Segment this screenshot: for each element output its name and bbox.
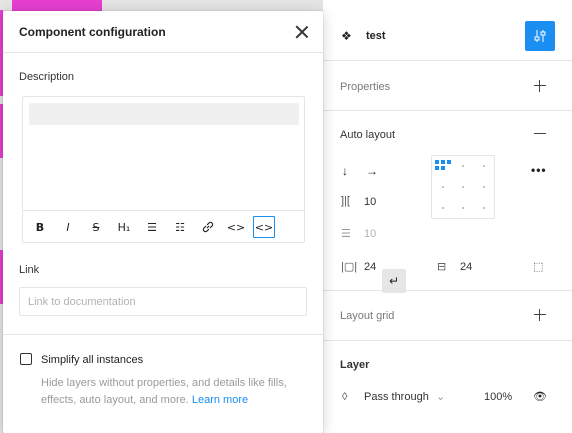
spacing-counter-icon: ☰ (341, 228, 351, 240)
inline-code-icon[interactable]: <> (225, 216, 247, 238)
simplify-help-text: Hide layers without properties, and deta… (41, 377, 287, 406)
direction-horizontal-icon[interactable]: → (366, 164, 378, 178)
formatting-toolbar: B I S H₁ ☰ ☷ <> <> (23, 210, 304, 242)
add-layout-grid-plus-icon[interactable] (533, 308, 547, 322)
wrap-icon: ↵ (388, 274, 400, 288)
close-icon[interactable] (295, 25, 309, 39)
modal-header-divider (3, 52, 323, 53)
layout-grid-title: Layout grid (340, 310, 395, 322)
properties-section: Properties (323, 60, 572, 110)
modal-title: Component configuration (19, 25, 166, 39)
blend-mode-select[interactable]: Pass through (364, 391, 429, 403)
padding-horizontal-value[interactable]: 24 (364, 261, 376, 273)
padding-vertical-value[interactable]: 24 (460, 261, 472, 273)
properties-panel: ❖ test Properties Auto layout ↓ → ↵ ••• … (322, 0, 572, 433)
strikethrough-icon[interactable]: S (85, 216, 107, 238)
spacing-between-value[interactable]: 10 (364, 196, 376, 208)
layer-title: Layer (340, 359, 370, 371)
alignment-dot (442, 207, 444, 209)
more-options-icon[interactable]: ••• (531, 163, 547, 177)
italic-icon[interactable]: I (57, 216, 79, 238)
properties-title: Properties (340, 81, 391, 93)
alignment-top-left-bar (435, 166, 439, 170)
code-block-icon[interactable]: <> (253, 216, 275, 238)
alignment-dot (462, 165, 464, 167)
description-editor[interactable]: B I S H₁ ☰ ☷ <> <> (22, 96, 305, 243)
visibility-eye-icon[interactable]: 👁 (533, 390, 547, 403)
description-text-area[interactable] (29, 103, 299, 125)
alignment-dot (483, 207, 485, 209)
simplify-instances-label[interactable]: Simplify all instances (41, 354, 143, 366)
alignment-dot (483, 186, 485, 188)
auto-layout-section: Auto layout ↓ → ↵ ••• ]|[ 10 ☰ 10 |▢| 24… (323, 110, 572, 293)
alignment-top-left-icon (435, 160, 439, 164)
opacity-value[interactable]: 100% (484, 391, 512, 403)
alignment-top-left-bar (447, 160, 451, 164)
link-label: Link (19, 264, 40, 276)
tune-icon (534, 30, 546, 42)
alignment-dot (483, 165, 485, 167)
simplify-instances-checkbox[interactable] (20, 353, 32, 365)
independent-padding-icon[interactable]: ⬚ (533, 260, 543, 273)
learn-more-link[interactable]: Learn more (192, 394, 248, 406)
spacing-counter-value[interactable]: 10 (364, 228, 376, 240)
alignment-dot (462, 207, 464, 209)
alignment-dot (442, 186, 444, 188)
numbered-list-icon[interactable]: ☷ (169, 216, 191, 238)
remove-auto-layout-icon[interactable] (533, 127, 547, 141)
bold-icon[interactable]: B (29, 216, 51, 238)
link-svg (202, 221, 214, 233)
blend-mode-icon: ◊ (342, 391, 348, 403)
layer-section: Layer ◊ Pass through ⌄ 100% 👁 (323, 340, 572, 433)
add-property-plus-icon[interactable] (533, 79, 547, 93)
bulleted-list-icon[interactable]: ☰ (141, 216, 163, 238)
description-label: Description (19, 71, 75, 83)
layout-grid-section: Layout grid (323, 290, 572, 340)
component-configuration-button[interactable] (525, 21, 555, 51)
component-configuration-modal: Component configuration Description B I … (3, 11, 323, 433)
component-name: test (366, 30, 386, 42)
alignment-top-left-bar (441, 166, 445, 170)
component-icon: ❖ (341, 29, 352, 43)
alignment-top-left-bar (441, 160, 445, 164)
chevron-down-icon[interactable]: ⌄ (436, 390, 445, 403)
alignment-grid[interactable] (431, 155, 495, 219)
spacing-between-icon: ]|[ (341, 195, 350, 207)
modal-section-divider (3, 334, 323, 335)
alignment-dot (462, 186, 464, 188)
simplify-instances-help: Hide layers without properties, and deta… (41, 375, 311, 409)
auto-layout-title: Auto layout (340, 129, 396, 141)
padding-vertical-icon: ⊟ (437, 261, 447, 273)
link-icon[interactable] (197, 216, 219, 238)
direction-vertical-icon[interactable]: ↓ (342, 164, 348, 178)
padding-horizontal-icon: |▢| (341, 261, 358, 273)
heading-icon[interactable]: H₁ (113, 216, 135, 238)
link-input[interactable] (19, 287, 307, 316)
